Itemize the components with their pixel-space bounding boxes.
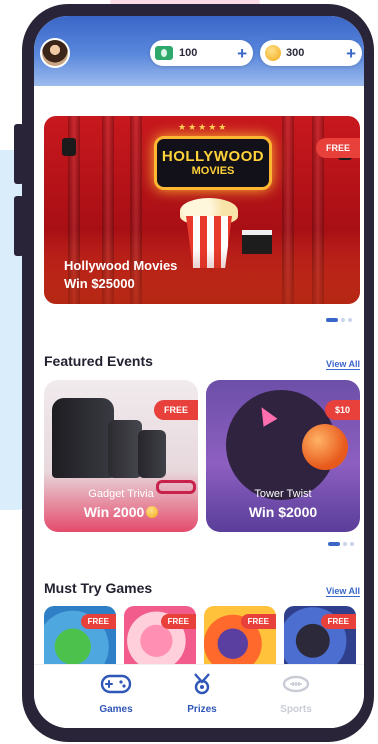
pagination-dot[interactable] [348,318,352,322]
pagination-dot[interactable] [350,542,354,546]
nav-item-games[interactable]: Games [76,673,156,717]
nav-label-sports: Sports [280,704,312,715]
coin-balance: 300 [286,47,305,59]
coin-icon [265,45,281,61]
game-free-tag: FREE [240,614,276,629]
hero-banner[interactable]: ★★★★★ HOLLYWOOD MOVIES FREE Hollywood Mo… [44,116,360,304]
nav-item-prizes[interactable]: Prizes [162,673,242,717]
featured-events-title: Featured Events [44,353,153,369]
top-bar: 100 + 300 + [34,16,364,86]
marquee-line1: HOLLYWOOD [161,148,265,165]
pagination-dot-active[interactable] [326,318,338,322]
games-view-all-link[interactable]: View All [325,586,360,597]
pagination-dot[interactable] [341,318,345,322]
speaker-image [108,420,142,478]
coin-icon [146,506,159,518]
banner-prize: Win $25000 [64,276,135,291]
pagination-dot-active[interactable] [328,542,340,546]
bottom-nav: Games Prizes Sports [34,664,364,728]
banner-pagination[interactable] [326,318,352,322]
spotlight-icon [62,138,76,156]
hollywood-marquee-sign: HOLLYWOOD MOVIES [154,136,272,190]
game-tile[interactable]: FREE [124,606,196,664]
game-free-tag: FREE [320,614,356,629]
cash-icon [155,46,173,60]
nav-label-games: Games [99,704,133,715]
event-name: Tower Twist [254,488,312,500]
nav-label-prizes: Prizes [187,704,217,715]
add-coins-button[interactable]: + [346,45,356,62]
medal-icon [194,673,210,695]
banner-title: Hollywood Movies [64,258,178,273]
cash-balance: 100 [179,47,198,59]
football-icon [282,675,310,693]
marquee-line2: MOVIES [191,165,235,177]
game-tile[interactable]: FREE [284,606,356,664]
coin-balance-pill[interactable]: 300 + [260,40,362,66]
event-tag: FREE [153,400,198,420]
game-tile[interactable]: FREE [44,606,116,664]
banner-free-tag: FREE [315,138,360,158]
gamepad-icon [100,674,132,694]
speaker-image [138,430,166,478]
marquee-stars: ★★★★★ [178,122,229,132]
game-free-tag: FREE [160,614,196,629]
speaker-image [52,398,114,478]
stage: 100 + 300 + ★★★★★ HOLLYWOOD MOVIES FREE … [0,0,378,744]
avatar-photo [42,40,68,66]
must-try-games-title: Must Try Games [44,580,153,596]
nav-item-sports[interactable]: Sports [256,673,336,717]
pagination-dot[interactable] [343,542,347,546]
cash-balance-pill[interactable]: 100 + [150,40,253,66]
event-card-tower-twist[interactable]: $10 Tower Twist Win $2000 [206,380,360,532]
event-prize: Win 2000 [83,504,145,520]
app-screen: 100 + 300 + ★★★★★ HOLLYWOOD MOVIES FREE … [34,16,364,728]
game-free-tag: FREE [80,614,116,629]
event-card-gadget-trivia[interactable]: FREE Gadget Trivia Win 2000 [44,380,198,532]
add-cash-button[interactable]: + [237,45,247,62]
event-tag: $10 [324,400,360,420]
event-prize: Win $2000 [248,504,318,520]
event-name: Gadget Trivia [88,488,154,500]
game-tile[interactable]: FREE [204,606,276,664]
event-prize-row: Win 2000 [44,504,198,520]
orb-image [302,424,348,470]
events-pagination[interactable] [328,542,354,546]
avatar[interactable] [40,38,70,68]
featured-view-all-link[interactable]: View All [325,359,360,370]
